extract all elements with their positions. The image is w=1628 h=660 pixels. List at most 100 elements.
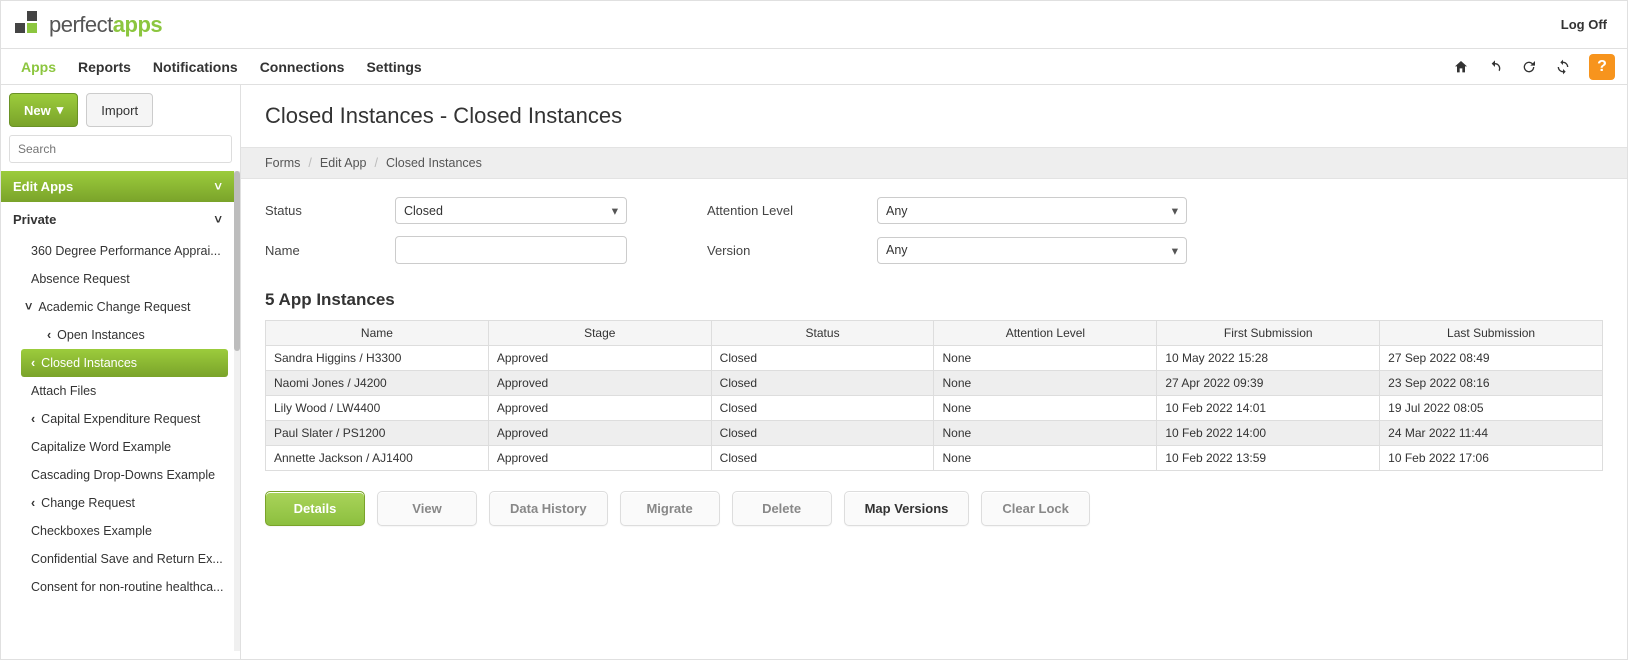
tree-label: Confidential Save and Return Ex... bbox=[31, 552, 223, 566]
tree-item-change-request[interactable]: ‹ Change Request bbox=[1, 489, 234, 517]
tree-item-consent[interactable]: Consent for non-routine healthca... bbox=[1, 573, 234, 601]
table-body: Sandra Higgins / H3300ApprovedClosedNone… bbox=[266, 346, 1603, 471]
table-cell: Sandra Higgins / H3300 bbox=[266, 346, 489, 371]
migrate-button[interactable]: Migrate bbox=[620, 491, 720, 526]
name-label: Name bbox=[265, 243, 395, 258]
table-row[interactable]: Paul Slater / PS1200ApprovedClosedNone10… bbox=[266, 421, 1603, 446]
tree-item-academic[interactable]: ˅ Academic Change Request bbox=[1, 293, 234, 321]
th-stage[interactable]: Stage bbox=[488, 321, 711, 346]
brand-first: perfect bbox=[49, 12, 113, 37]
refresh-icon[interactable] bbox=[1487, 59, 1503, 75]
sidebar-body: Edit Apps ˅ Private ˅ 360 Degree Perform… bbox=[1, 171, 240, 651]
reload-icon[interactable] bbox=[1521, 59, 1537, 75]
search-input[interactable] bbox=[9, 135, 232, 163]
details-button[interactable]: Details bbox=[265, 491, 365, 526]
version-label: Version bbox=[707, 243, 877, 258]
table-cell: Annette Jackson / AJ1400 bbox=[266, 446, 489, 471]
tree-item-open-instances[interactable]: ‹ Open Instances bbox=[1, 321, 234, 349]
status-select[interactable]: Closed ▾ bbox=[395, 197, 627, 224]
table-cell: Paul Slater / PS1200 bbox=[266, 421, 489, 446]
breadcrumb-closed-instances[interactable]: Closed Instances bbox=[386, 156, 482, 170]
tree-item-capitalize[interactable]: Capitalize Word Example bbox=[1, 433, 234, 461]
table-cell: Naomi Jones / J4200 bbox=[266, 371, 489, 396]
chevron-down-icon: ˅ bbox=[214, 212, 222, 227]
chevron-down-icon: ˅ bbox=[214, 179, 222, 194]
help-button[interactable]: ? bbox=[1589, 54, 1615, 80]
table-cell: Closed bbox=[711, 371, 934, 396]
data-history-button[interactable]: Data History bbox=[489, 491, 608, 526]
table-cell: Closed bbox=[711, 421, 934, 446]
logo-icon bbox=[15, 11, 43, 39]
attention-value: Any bbox=[886, 204, 908, 218]
new-button[interactable]: New ▾ bbox=[9, 93, 78, 127]
breadcrumb-sep: / bbox=[308, 156, 311, 170]
tree-label: Cascading Drop-Downs Example bbox=[31, 468, 215, 482]
navbar: Apps Reports Notifications Connections S… bbox=[1, 49, 1627, 85]
scrollbar[interactable] bbox=[234, 171, 240, 651]
nav-apps[interactable]: Apps bbox=[21, 59, 56, 75]
table-row[interactable]: Annette Jackson / AJ1400ApprovedClosedNo… bbox=[266, 446, 1603, 471]
tree-item-absence[interactable]: Absence Request bbox=[1, 265, 234, 293]
sidebar-group-private[interactable]: Private ˅ bbox=[1, 202, 234, 237]
table-row[interactable]: Lily Wood / LW4400ApprovedClosedNone10 F… bbox=[266, 396, 1603, 421]
sidebar-scroll[interactable]: Edit Apps ˅ Private ˅ 360 Degree Perform… bbox=[1, 171, 234, 651]
search-box bbox=[9, 135, 232, 163]
breadcrumb-forms[interactable]: Forms bbox=[265, 156, 300, 170]
chevron-left-icon: ‹ bbox=[31, 356, 35, 370]
tree-label: Capitalize Word Example bbox=[31, 440, 171, 454]
sync-icon[interactable] bbox=[1555, 59, 1571, 75]
table-cell: 19 Jul 2022 08:05 bbox=[1380, 396, 1603, 421]
th-first[interactable]: First Submission bbox=[1157, 321, 1380, 346]
tree-item-checkboxes[interactable]: Checkboxes Example bbox=[1, 517, 234, 545]
caret-down-icon: ▾ bbox=[57, 102, 64, 118]
th-name[interactable]: Name bbox=[266, 321, 489, 346]
logoff-link[interactable]: Log Off bbox=[1561, 17, 1607, 32]
version-select[interactable]: Any ▾ bbox=[877, 237, 1187, 264]
table-title: 5 App Instances bbox=[241, 280, 1627, 320]
name-input[interactable] bbox=[395, 236, 627, 264]
table-row[interactable]: Naomi Jones / J4200ApprovedClosedNone27 … bbox=[266, 371, 1603, 396]
th-last[interactable]: Last Submission bbox=[1380, 321, 1603, 346]
sidebar: New ▾ Import Edit Apps ˅ Private ˅ bbox=[1, 85, 241, 659]
tree-item-cascading[interactable]: Cascading Drop-Downs Example bbox=[1, 461, 234, 489]
home-icon[interactable] bbox=[1453, 59, 1469, 75]
tree-item-confidential[interactable]: Confidential Save and Return Ex... bbox=[1, 545, 234, 573]
version-value: Any bbox=[886, 243, 908, 257]
attention-select[interactable]: Any ▾ bbox=[877, 197, 1187, 224]
th-status[interactable]: Status bbox=[711, 321, 934, 346]
tree-item-capex[interactable]: ‹ Capital Expenditure Request bbox=[1, 405, 234, 433]
table-cell: 10 May 2022 15:28 bbox=[1157, 346, 1380, 371]
nav-notifications[interactable]: Notifications bbox=[153, 59, 238, 75]
import-button[interactable]: Import bbox=[86, 93, 153, 127]
table-cell: None bbox=[934, 446, 1157, 471]
scrollbar-thumb[interactable] bbox=[234, 171, 240, 351]
tree-item-closed-instances[interactable]: ‹ Closed Instances bbox=[21, 349, 228, 377]
view-button[interactable]: View bbox=[377, 491, 477, 526]
table-row[interactable]: Sandra Higgins / H3300ApprovedClosedNone… bbox=[266, 346, 1603, 371]
table-cell: Lily Wood / LW4400 bbox=[266, 396, 489, 421]
filter-row-2: Name Version Any ▾ bbox=[265, 236, 1603, 264]
tree-label: Absence Request bbox=[31, 272, 130, 286]
caret-down-icon: ▾ bbox=[1172, 203, 1178, 218]
new-button-label: New bbox=[24, 103, 51, 118]
map-versions-button[interactable]: Map Versions bbox=[844, 491, 970, 526]
table-cell: 10 Feb 2022 14:00 bbox=[1157, 421, 1380, 446]
tree-label: Change Request bbox=[41, 496, 135, 510]
caret-down-icon: ▾ bbox=[1172, 243, 1178, 258]
nav-connections[interactable]: Connections bbox=[260, 59, 345, 75]
table-cell: Closed bbox=[711, 346, 934, 371]
app-shell: perfectapps Log Off Apps Reports Notific… bbox=[0, 0, 1628, 660]
tree-item-360[interactable]: 360 Degree Performance Apprai... bbox=[1, 237, 234, 265]
brand-second: apps bbox=[113, 12, 162, 37]
delete-button[interactable]: Delete bbox=[732, 491, 832, 526]
breadcrumb-edit-app[interactable]: Edit App bbox=[320, 156, 367, 170]
instances-table: Name Stage Status Attention Level First … bbox=[265, 320, 1603, 471]
tree-item-attach-files[interactable]: Attach Files bbox=[1, 377, 234, 405]
nav-reports[interactable]: Reports bbox=[78, 59, 131, 75]
chevron-left-icon: ‹ bbox=[31, 496, 35, 510]
sidebar-top: New ▾ Import bbox=[9, 93, 232, 127]
nav-settings[interactable]: Settings bbox=[366, 59, 421, 75]
clear-lock-button[interactable]: Clear Lock bbox=[981, 491, 1089, 526]
th-attention[interactable]: Attention Level bbox=[934, 321, 1157, 346]
sidebar-section-edit-apps[interactable]: Edit Apps ˅ bbox=[1, 171, 234, 202]
